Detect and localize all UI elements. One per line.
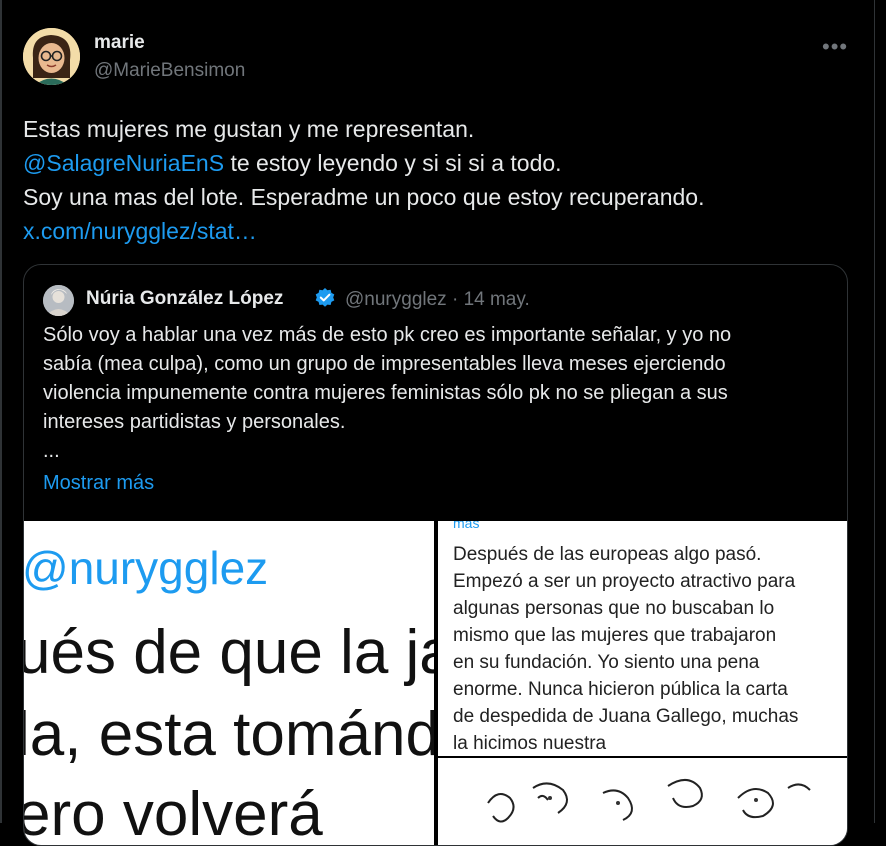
avatar-illustration (23, 28, 80, 85)
image-text-line: Después de las europeas algo pasó. (453, 544, 762, 565)
image-text-line: Empezó a ser un proyecto atractivo para (453, 571, 796, 592)
quoted-tweet[interactable]: Núria González López @nurygglez · 14 may… (23, 264, 848, 846)
more-horizontal-icon[interactable]: ••• (822, 34, 848, 60)
quote-date[interactable]: 14 may. (464, 289, 530, 310)
image-text-line: en su fundación. Yo siento una pena (453, 652, 760, 673)
quote-line: Sólo voy a hablar una vez más de esto pk… (43, 324, 732, 346)
tweet-text: Estas mujeres me gustan y me representan… (23, 112, 863, 248)
quote-avatar-photo (43, 285, 74, 316)
tweet-line: Soy una mas del lote. Esperadme un poco … (23, 184, 705, 210)
media-image-left[interactable]: @nurygglez ués de que la ja la, esta tom… (24, 521, 434, 846)
quote-meta: @nurygglez · 14 may. (345, 289, 530, 311)
tweet-url-link[interactable]: x.com/nurygglez/stat… (23, 214, 863, 248)
image-text-line: algunas personas que no buscaban lo (453, 598, 775, 619)
media-image-right-top[interactable]: más Después de las europeas algo pasó. E… (438, 521, 847, 756)
image-text-line: ués de que la ja (24, 618, 434, 687)
image-text-header: más (453, 521, 480, 531)
tweet-line: @SalagreNuriaEnS te estoy leyendo y si s… (23, 146, 863, 180)
author-name[interactable]: marie (94, 32, 145, 54)
right-divider (874, 0, 875, 823)
quote-ellipsis: ... (43, 440, 60, 462)
verified-badge-icon (315, 288, 335, 307)
tweet-line: Estas mujeres me gustan y me representan… (23, 116, 475, 142)
quote-author-handle[interactable]: @nurygglez (345, 289, 447, 310)
image-text-paragraph: Después de las europeas algo pasó. Empez… (453, 541, 843, 756)
author-handle[interactable]: @MarieBensimon (94, 60, 245, 82)
media-grid: @nurygglez ués de que la ja la, esta tom… (24, 521, 847, 846)
tweet-line-text: te estoy leyendo y si si si a todo. (224, 150, 562, 176)
quote-text: Sólo voy a hablar una vez más de esto pk… (43, 321, 833, 466)
media-image-right-bottom[interactable] (438, 758, 847, 845)
image-text-line: enorme. Nunca hicieron pública la carta (453, 679, 788, 700)
avatar[interactable] (23, 28, 80, 85)
image-text-line: de despedida de Juana Gallego, muchas (453, 706, 799, 727)
quote-line: sabía (mea culpa), como un grupo de impr… (43, 353, 726, 375)
quote-avatar[interactable] (43, 285, 74, 316)
quote-line: violencia impunemente contra mujeres fem… (43, 382, 728, 404)
meta-separator: · (451, 289, 459, 310)
mention-link[interactable]: @SalagreNuriaEnS (23, 150, 224, 176)
show-more-link[interactable]: Mostrar más (43, 472, 154, 495)
image-text-handle: @nurygglez (24, 542, 269, 594)
image-text-line: mismo que las mujeres que trabajaron (453, 625, 777, 646)
image-text-line: la, esta tománd (24, 700, 434, 769)
left-divider (0, 0, 2, 823)
image-text-line: ero volverá (24, 780, 323, 846)
image-text-line: la hicimos nuestra (453, 733, 607, 754)
quote-author-name[interactable]: Núria González López (86, 288, 283, 310)
illustration-sketch (438, 758, 847, 845)
quote-line: intereses partidistas y personales. (43, 411, 346, 433)
